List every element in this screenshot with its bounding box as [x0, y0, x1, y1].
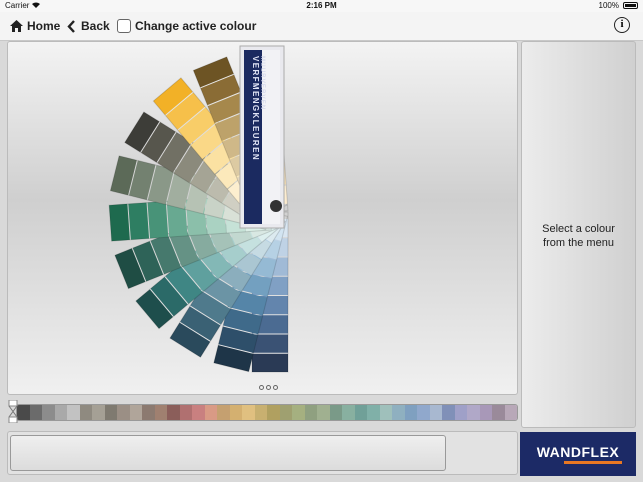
- colour-swatch[interactable]: [367, 405, 380, 420]
- battery-percent: 100%: [598, 1, 619, 10]
- home-button[interactable]: Home: [9, 17, 60, 35]
- colour-swatch[interactable]: [67, 405, 80, 420]
- colour-chip[interactable]: [128, 202, 150, 240]
- colour-swatch[interactable]: [192, 405, 205, 420]
- page-indicator[interactable]: [259, 385, 278, 390]
- colour-name-field[interactable]: [10, 435, 446, 471]
- colour-swatch[interactable]: [354, 405, 367, 420]
- colour-swatch[interactable]: [329, 405, 342, 420]
- colour-swatch[interactable]: [279, 405, 292, 420]
- logo-underline: [564, 461, 622, 464]
- colour-swatch[interactable]: [442, 405, 455, 420]
- colour-swatch[interactable]: [504, 405, 517, 420]
- colour-swatch[interactable]: [142, 405, 155, 420]
- colour-swatch[interactable]: [292, 405, 305, 420]
- colour-swatch[interactable]: [154, 405, 167, 420]
- colour-swatch[interactable]: [167, 405, 180, 420]
- change-active-colour-label: Change active colour: [135, 19, 257, 33]
- battery-icon: [623, 2, 638, 9]
- colour-swatch[interactable]: [342, 405, 355, 420]
- colour-swatch[interactable]: [392, 405, 405, 420]
- colour-fan-deck[interactable]: VERFMENGKLEUREN MUURVERVEN: [8, 42, 518, 395]
- colour-swatch[interactable]: [379, 405, 392, 420]
- colour-swatch[interactable]: [17, 405, 30, 420]
- wandflex-logo[interactable]: WANDFLEX: [520, 432, 636, 476]
- cover-title: VERFMENGKLEUREN: [251, 56, 260, 161]
- back-label: Back: [81, 19, 110, 33]
- colour-swatch[interactable]: [42, 405, 55, 420]
- colour-swatch[interactable]: [417, 405, 430, 420]
- logo-text: WANDFLEX: [536, 444, 620, 460]
- chevron-left-icon: [67, 19, 75, 33]
- status-bar: Carrier 2:16 PM 100%: [0, 0, 643, 12]
- checkbox[interactable]: [117, 19, 131, 33]
- colour-strip[interactable]: [16, 404, 518, 421]
- colour-swatch[interactable]: [117, 405, 130, 420]
- colour-swatch[interactable]: [229, 405, 242, 420]
- colour-detail-panel: Select a colour from the menu: [521, 41, 636, 428]
- change-active-colour-toggle[interactable]: Change active colour: [117, 17, 256, 35]
- colour-swatch[interactable]: [254, 405, 267, 420]
- colour-chip[interactable]: [252, 353, 288, 372]
- colour-swatch[interactable]: [492, 405, 505, 420]
- colour-strip-scrubber[interactable]: [8, 400, 518, 423]
- cover-subtitle: MUURVERVEN: [259, 56, 265, 110]
- page-dot[interactable]: [273, 385, 278, 390]
- colour-chip[interactable]: [147, 201, 169, 239]
- back-button[interactable]: Back: [67, 17, 110, 35]
- page-dot[interactable]: [259, 385, 264, 390]
- colour-swatch[interactable]: [479, 405, 492, 420]
- colour-swatch[interactable]: [204, 405, 217, 420]
- colour-chip[interactable]: [109, 203, 130, 242]
- select-colour-prompt: Select a colour from the menu: [522, 222, 635, 250]
- colour-swatch[interactable]: [242, 405, 255, 420]
- colour-swatch[interactable]: [104, 405, 117, 420]
- info-icon[interactable]: i: [614, 17, 630, 33]
- colour-swatch[interactable]: [317, 405, 330, 420]
- home-icon: [10, 20, 23, 32]
- colour-swatch[interactable]: [429, 405, 442, 420]
- colour-swatch[interactable]: [54, 405, 67, 420]
- colour-swatch[interactable]: [404, 405, 417, 420]
- home-label: Home: [27, 19, 61, 33]
- bottom-bar: [7, 431, 518, 475]
- slider-handle-icon[interactable]: [8, 400, 18, 423]
- nav-bar: Home Back Change active colour i: [0, 12, 643, 41]
- colour-swatch[interactable]: [129, 405, 142, 420]
- colour-swatch[interactable]: [92, 405, 105, 420]
- colour-swatch[interactable]: [217, 405, 230, 420]
- fan-deck-viewer[interactable]: VERFMENGKLEUREN MUURVERVEN: [7, 41, 518, 395]
- colour-swatch[interactable]: [29, 405, 42, 420]
- page-dot[interactable]: [266, 385, 271, 390]
- prompt-line-1: Select a colour: [542, 223, 615, 235]
- prompt-line-2: from the menu: [543, 237, 614, 249]
- colour-swatch[interactable]: [267, 405, 280, 420]
- colour-swatch[interactable]: [79, 405, 92, 420]
- colour-swatch[interactable]: [454, 405, 467, 420]
- colour-swatch[interactable]: [179, 405, 192, 420]
- colour-swatch[interactable]: [304, 405, 317, 420]
- colour-swatch[interactable]: [467, 405, 480, 420]
- clock: 2:16 PM: [306, 1, 337, 10]
